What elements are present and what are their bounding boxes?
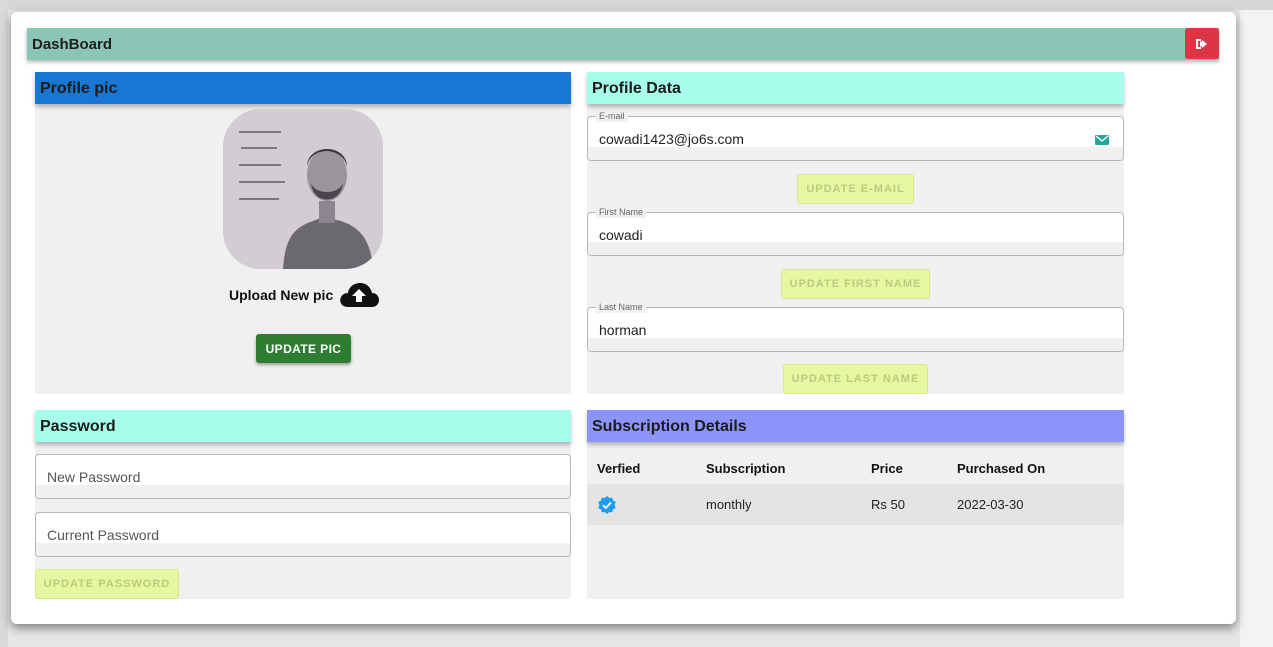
update-pic-button[interactable]: UPDATE PIC — [256, 334, 351, 363]
current-password-input[interactable]: Current Password — [35, 512, 571, 557]
profile-data-title: Profile Data — [592, 80, 681, 97]
profile-data-panel: Profile Data E-mail cowadi1423@jo6s.com … — [587, 72, 1124, 394]
subscription-title: Subscription Details — [592, 418, 747, 435]
upload-new-pic[interactable]: Upload New pic — [229, 281, 380, 309]
new-password-placeholder: New Password — [47, 469, 141, 485]
profile-pic-title: Profile pic — [40, 80, 118, 97]
last-name-value: horman — [599, 322, 647, 338]
profile-data-header: Profile Data — [587, 72, 1124, 104]
email-label: E-mail — [596, 111, 628, 122]
email-field[interactable]: E-mail cowadi1423@jo6s.com — [587, 111, 1124, 161]
update-password-button[interactable]: UPDATE PASSWORD — [35, 569, 179, 599]
purchased-on-cell: 2022-03-30 — [947, 484, 1124, 525]
browser-left-band — [0, 0, 8, 647]
page-title: DashBoard — [32, 36, 113, 53]
verified-badge-icon — [598, 495, 616, 514]
logout-button[interactable] — [1185, 28, 1219, 59]
email-value: cowadi1423@jo6s.com — [599, 131, 744, 147]
subscription-cell: monthly — [696, 484, 861, 525]
update-first-name-button[interactable]: UPDATE FIRST NAME — [781, 269, 930, 299]
password-header: Password — [35, 410, 571, 442]
password-panel: Password New Password Current Password U… — [35, 410, 571, 599]
upload-label: Upload New pic — [229, 287, 334, 303]
table-header-row: Verfied Subscription Price Purchased On — [587, 452, 1124, 484]
first-name-label: First Name — [596, 207, 647, 218]
profile-pic-panel: Profile pic Upload New pic UPDATE PIC — [35, 72, 571, 394]
first-name-value: cowadi — [599, 227, 643, 243]
update-email-button[interactable]: UPDATE E-MAIL — [797, 174, 914, 204]
table-row: monthly Rs 50 2022-03-30 — [587, 484, 1124, 525]
col-subscription: Subscription — [706, 460, 786, 476]
cloud-upload-icon[interactable] — [338, 281, 380, 309]
browser-top-band — [0, 0, 1273, 10]
last-name-field[interactable]: Last Name horman — [587, 302, 1124, 352]
col-price: Price — [871, 460, 903, 476]
mail-icon — [1095, 135, 1109, 145]
subscription-panel: Subscription Details Verfied Subscriptio… — [587, 410, 1124, 599]
page-right-margin — [1240, 10, 1273, 647]
sign-out-icon — [1196, 38, 1207, 49]
price-cell: Rs 50 — [861, 484, 947, 525]
last-name-label: Last Name — [596, 302, 646, 313]
password-title: Password — [40, 418, 116, 435]
first-name-field[interactable]: First Name cowadi — [587, 207, 1124, 256]
avatar — [223, 109, 383, 269]
dashboard-header: DashBoard — [27, 28, 1219, 60]
new-password-input[interactable]: New Password — [35, 454, 571, 499]
update-last-name-button[interactable]: UPDATE LAST NAME — [783, 364, 928, 394]
current-password-placeholder: Current Password — [47, 527, 160, 543]
subscription-table: Verfied Subscription Price Purchased On … — [587, 452, 1124, 525]
subscription-header: Subscription Details — [587, 410, 1124, 442]
verified-cell — [587, 484, 696, 525]
profile-pic-header: Profile pic — [35, 72, 571, 104]
col-purchased-on: Purchased On — [957, 460, 1046, 476]
col-verified: Verfied — [597, 460, 641, 476]
